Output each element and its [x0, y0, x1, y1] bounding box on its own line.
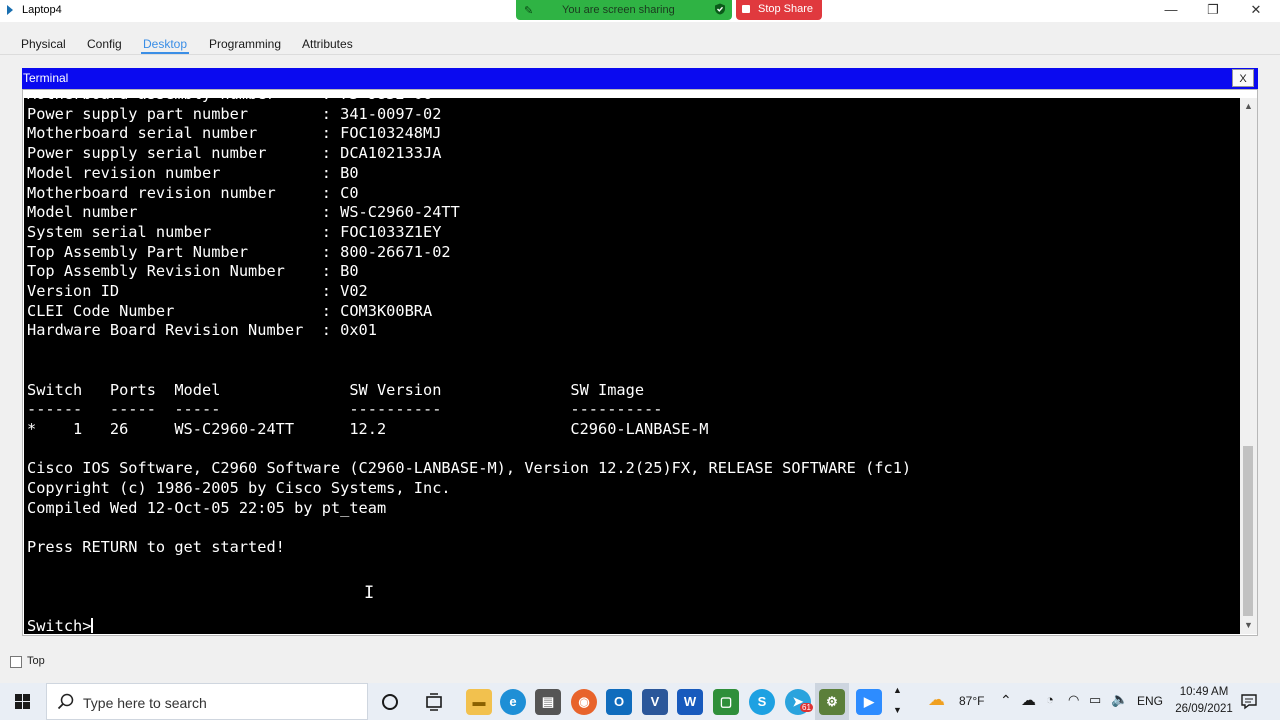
scroll-down-icon[interactable]: ▼: [1240, 617, 1257, 634]
clock-date[interactable]: 26/09/2021: [1174, 703, 1234, 715]
skype-icon[interactable]: S: [749, 689, 775, 715]
packet-tracer-icon: [7, 5, 13, 15]
wifi-icon[interactable]: ◠: [1068, 692, 1079, 708]
terminal-line: Top Assembly Part Number : 800-26671-02: [27, 242, 451, 261]
language-indicator[interactable]: ENG: [1137, 694, 1163, 708]
terminal-line: Power supply part number : 341-0097-02: [27, 104, 442, 123]
edge-icon[interactable]: e: [500, 689, 526, 715]
window-title: Laptop4: [22, 4, 62, 16]
terminal-line: Version ID : V02: [27, 282, 368, 301]
stop-icon: [742, 5, 750, 13]
search-placeholder: Type here to search: [83, 695, 207, 711]
maximize-button[interactable]: ❐: [1192, 0, 1234, 22]
microsoft-store-icon[interactable]: ▤: [535, 689, 561, 715]
close-window-button[interactable]: ✕: [1235, 0, 1277, 22]
onedrive-icon[interactable]: ☁: [1021, 691, 1036, 709]
scroll-up-icon[interactable]: ▲: [1240, 98, 1257, 115]
battery-icon[interactable]: ▭: [1089, 692, 1101, 708]
stop-share-button[interactable]: Stop Share: [736, 0, 822, 20]
tab-programming[interactable]: Programming: [209, 37, 281, 51]
ibeam-cursor-icon: I: [364, 583, 375, 603]
packet-tracer-taskbar-icon[interactable]: ⚙: [819, 689, 845, 715]
weather-icon[interactable]: ☁: [928, 690, 945, 710]
scroll-apps-up-icon[interactable]: ▲: [893, 685, 902, 695]
terminal-line: System serial number : FOC1033Z1EY: [27, 222, 442, 241]
terminal-lines: Motherboard assembly number : 73-9832-06…: [27, 98, 911, 556]
top-checkbox-label: Top: [27, 655, 45, 667]
stop-share-label: Stop Share: [758, 3, 814, 15]
tab-divider: [0, 54, 1280, 55]
terminal-line: ------ ----- ----- ---------- ----------: [27, 400, 663, 419]
snipping-tool-icon[interactable]: ▢: [713, 689, 739, 715]
terminal-line: Model number : WS-C2960-24TT: [27, 203, 460, 222]
word-icon[interactable]: W: [677, 689, 703, 715]
terminal-close-button[interactable]: X: [1232, 69, 1254, 87]
terminal-line: Power supply serial number : DCA102133JA: [27, 144, 442, 163]
terminal-line: Copyright (c) 1986-2005 by Cisco Systems…: [27, 479, 451, 498]
firefox-icon[interactable]: ◉: [571, 689, 597, 715]
text-cursor: [91, 617, 94, 633]
terminal-line: CLEI Code Number : COM3K00BRA: [27, 301, 433, 320]
minimize-button[interactable]: —: [1150, 0, 1192, 22]
terminal-title: Terminal: [23, 71, 69, 85]
terminal-line: Press RETURN to get started!: [27, 538, 285, 557]
scroll-apps-down-icon[interactable]: ▼: [893, 705, 902, 715]
weather-temperature[interactable]: 87°F: [959, 694, 984, 708]
annotate-pen-icon[interactable]: ✎: [524, 4, 533, 17]
tab-attributes[interactable]: Attributes: [302, 37, 353, 51]
terminal-line: Hardware Board Revision Number : 0x01: [27, 321, 377, 340]
search-icon: [57, 693, 74, 710]
terminal-line: Motherboard revision number : C0: [27, 183, 359, 202]
clock-time[interactable]: 10:49 AM: [1174, 686, 1234, 698]
network-icon[interactable]: ◔: [1046, 692, 1054, 707]
terminal-scrollbar[interactable]: ▲ ▼: [1240, 98, 1257, 634]
show-hidden-icons-icon[interactable]: ⌃: [1000, 692, 1012, 709]
notifications-icon[interactable]: [1240, 692, 1258, 710]
task-view-icon[interactable]: [422, 689, 446, 715]
terminal-screen[interactable]: Motherboard assembly number : 73-9832-06…: [24, 98, 1240, 634]
visio-icon[interactable]: V: [642, 689, 668, 715]
terminal-line: Cisco IOS Software, C2960 Software (C296…: [27, 459, 912, 478]
terminal-header: Terminal X: [22, 68, 1258, 89]
windows-taskbar: Type here to search ▬ e ▤ ◉ O V W ▢ S ➤ …: [0, 683, 1280, 720]
taskbar-search-box[interactable]: Type here to search: [46, 683, 368, 720]
tab-config[interactable]: Config: [87, 37, 122, 51]
terminal-line: * 1 26 WS-C2960-24TT 12.2 C2960-LANBASE-…: [27, 419, 709, 438]
windows-start-icon[interactable]: [0, 683, 46, 720]
outlook-icon[interactable]: O: [606, 689, 632, 715]
screen-sharing-banner: ✎ You are screen sharing: [516, 0, 732, 20]
scroll-thumb[interactable]: [1243, 446, 1253, 616]
telegram-badge: 61: [800, 703, 813, 712]
terminal-line: Model revision number : B0: [27, 163, 359, 182]
terminal-line: Motherboard assembly number : 73-9832-06: [27, 98, 432, 103]
zoom-icon[interactable]: ▶: [856, 689, 882, 715]
terminal-line: Motherboard serial number : FOC103248MJ: [27, 124, 442, 143]
terminal-line: Switch Ports Model SW Version SW Image: [27, 380, 645, 399]
terminal-line: Compiled Wed 12-Oct-05 22:05 by pt_team: [27, 498, 387, 517]
terminal-line: Top Assembly Revision Number : B0: [27, 262, 359, 281]
top-checkbox[interactable]: [10, 656, 22, 668]
file-explorer-icon[interactable]: ▬: [466, 689, 492, 715]
tab-desktop[interactable]: Desktop: [143, 37, 187, 51]
cortana-icon[interactable]: [378, 689, 402, 715]
terminal-prompt: Switch>: [27, 616, 92, 634]
terminal-output: Motherboard assembly number : 73-9832-06…: [27, 98, 911, 634]
screen-sharing-status: You are screen sharing: [562, 4, 675, 16]
tab-physical[interactable]: Physical: [21, 37, 66, 51]
volume-icon[interactable]: 🔈: [1111, 691, 1128, 708]
shield-check-icon: [715, 3, 725, 15]
